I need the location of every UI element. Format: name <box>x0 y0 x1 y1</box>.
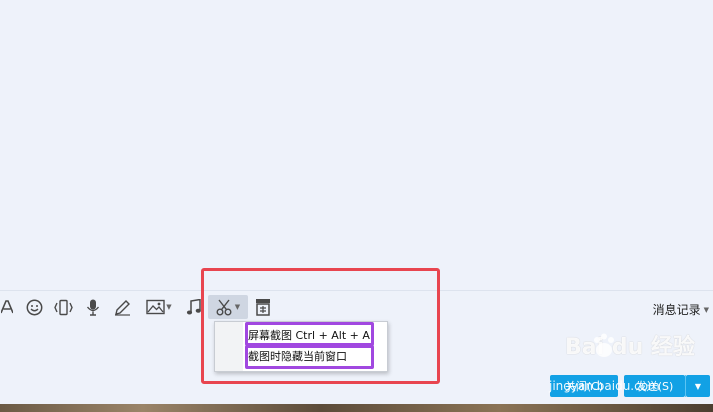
chevron-down-icon: ▼ <box>694 381 702 391</box>
send-options-button[interactable]: ▼ <box>686 375 710 397</box>
image-button[interactable]: ▼ <box>142 295 176 319</box>
watermark-brand: Bai du 经验 <box>565 335 695 360</box>
watermark-url: jingyan.baidu.com <box>549 379 660 393</box>
message-record-label: 消息记录 <box>652 303 701 317</box>
pen-icon <box>114 299 131 316</box>
chevron-down-icon: ▼ <box>166 303 172 311</box>
background-strip <box>0 404 713 412</box>
music-icon <box>186 298 201 316</box>
handwriting-button[interactable] <box>112 295 132 319</box>
font-button[interactable] <box>0 295 14 319</box>
music-button[interactable] <box>184 295 202 319</box>
chevron-down-icon: ▼ <box>703 305 709 314</box>
message-record-link[interactable]: 消息记录 ▼ <box>653 301 709 318</box>
voice-button[interactable] <box>84 295 102 319</box>
font-icon <box>1 300 13 314</box>
chat-history-area <box>0 0 713 290</box>
shake-button[interactable] <box>52 295 74 319</box>
shake-icon <box>53 299 74 316</box>
image-icon <box>146 299 165 315</box>
microphone-icon <box>86 299 100 316</box>
emoji-button[interactable] <box>24 295 44 319</box>
paw-icon <box>591 333 619 362</box>
emoji-icon <box>26 299 43 316</box>
annotation-red-box <box>201 268 440 384</box>
